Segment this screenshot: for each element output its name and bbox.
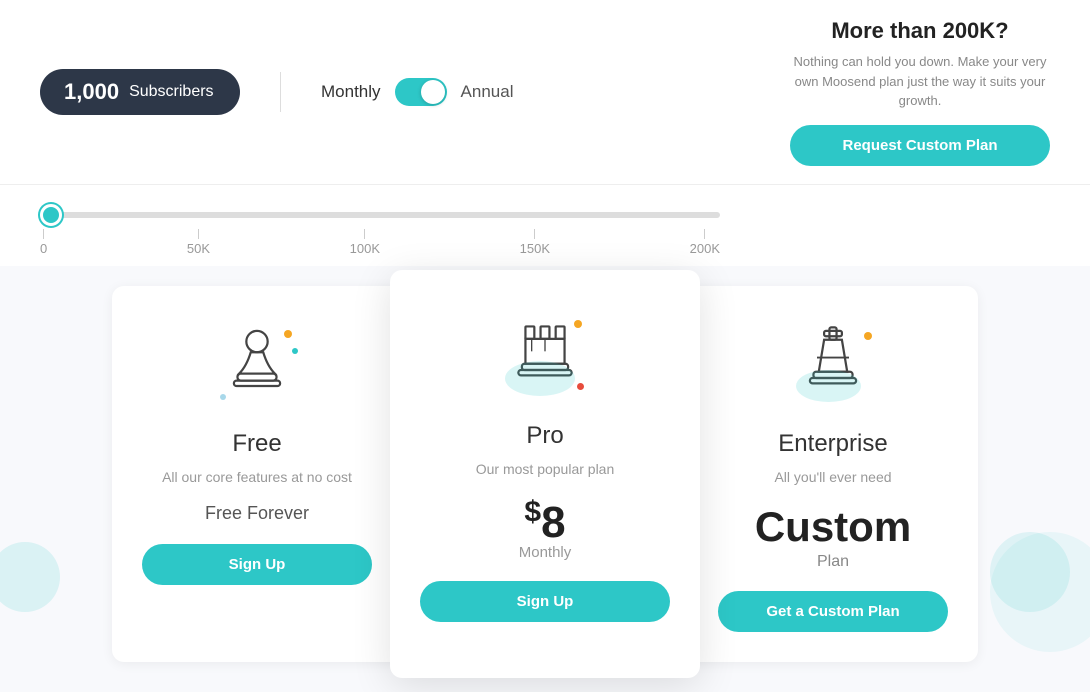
tick-line [43, 229, 44, 239]
dot-red [577, 383, 584, 390]
dot-orange [574, 320, 582, 328]
tick-label-0: 0 [40, 241, 47, 256]
tick-50k: 50K [187, 229, 210, 256]
tick-150k: 150K [520, 229, 550, 256]
tick-line [364, 229, 365, 239]
free-plan-icon [212, 322, 302, 412]
dot-orange [864, 332, 872, 340]
decorative-blob-right-inner [990, 532, 1070, 612]
slider-wrapper: 0 50K 100K 150K 200K [40, 205, 720, 256]
slider-section: 0 50K 100K 150K 200K [0, 185, 1090, 266]
annual-label: Annual [461, 82, 514, 102]
monthly-label: Monthly [321, 82, 381, 102]
pro-price-block: $8 Monthly [420, 495, 670, 561]
dot-orange [284, 330, 292, 338]
custom-plan-box: More than 200K? Nothing can hold you dow… [790, 18, 1050, 166]
tick-100k: 100K [350, 229, 380, 256]
dot-teal [292, 348, 298, 354]
dot-blue [220, 394, 226, 400]
enterprise-plan-label: Plan [718, 553, 948, 571]
pro-plan-icon [500, 314, 590, 404]
billing-toggle[interactable] [395, 78, 447, 106]
top-bar: 1,000 Subscribers Monthly Annual More th… [0, 0, 1090, 185]
request-custom-plan-button[interactable]: Request Custom Plan [790, 125, 1050, 166]
subscribers-slider[interactable] [40, 212, 720, 218]
tick-line [704, 229, 705, 239]
enterprise-price: Custom [718, 503, 948, 551]
subscriber-badge: 1,000 Subscribers [40, 69, 240, 115]
pro-signup-button[interactable]: Sign Up [420, 581, 670, 622]
toggle-knob [421, 80, 445, 104]
decorative-blob-left [0, 542, 60, 612]
pro-price-amount: $8 [524, 498, 565, 547]
tick-0: 0 [40, 229, 47, 256]
enterprise-custom-plan-button[interactable]: Get a Custom Plan [718, 591, 948, 632]
pro-price-period: Monthly [420, 544, 670, 561]
slider-ticks: 0 50K 100K 150K 200K [40, 229, 720, 256]
tick-line [534, 229, 535, 239]
billing-toggle-section: Monthly Annual [321, 78, 513, 106]
free-plan-price: Free Forever [142, 503, 372, 524]
tick-200k: 200K [690, 229, 720, 256]
free-signup-button[interactable]: Sign Up [142, 544, 372, 585]
pro-plan-card: Pro Our most popular plan $8 Monthly Sig… [390, 270, 700, 679]
icon-blob [505, 361, 575, 396]
dollar-sign: $ [524, 495, 541, 528]
custom-plan-desc: Nothing can hold you down. Make your ver… [790, 52, 1050, 111]
pro-price-number: 8 [541, 498, 565, 547]
enterprise-plan-subtitle: All you'll ever need [718, 468, 948, 488]
pro-plan-subtitle: Our most popular plan [420, 460, 670, 480]
enterprise-plan-card: Enterprise All you'll ever need Custom P… [688, 286, 978, 663]
tick-label-200k: 200K [690, 241, 720, 256]
subscriber-count: 1,000 [64, 79, 119, 105]
tick-label-150k: 150K [520, 241, 550, 256]
pro-plan-title: Pro [420, 422, 670, 450]
tick-label-100k: 100K [350, 241, 380, 256]
pricing-cards-section: Free All our core features at no cost Fr… [0, 266, 1090, 692]
enterprise-plan-icon [788, 322, 878, 412]
enterprise-plan-title: Enterprise [718, 430, 948, 458]
tick-line [198, 229, 199, 239]
divider [280, 72, 281, 112]
free-plan-card: Free All our core features at no cost Fr… [112, 286, 402, 663]
custom-plan-title: More than 200K? [790, 18, 1050, 44]
subscriber-label: Subscribers [129, 83, 213, 101]
icon-blob-enterprise [796, 370, 861, 402]
tick-label-50k: 50K [187, 241, 210, 256]
free-plan-title: Free [142, 430, 372, 458]
free-plan-subtitle: All our core features at no cost [142, 468, 372, 488]
